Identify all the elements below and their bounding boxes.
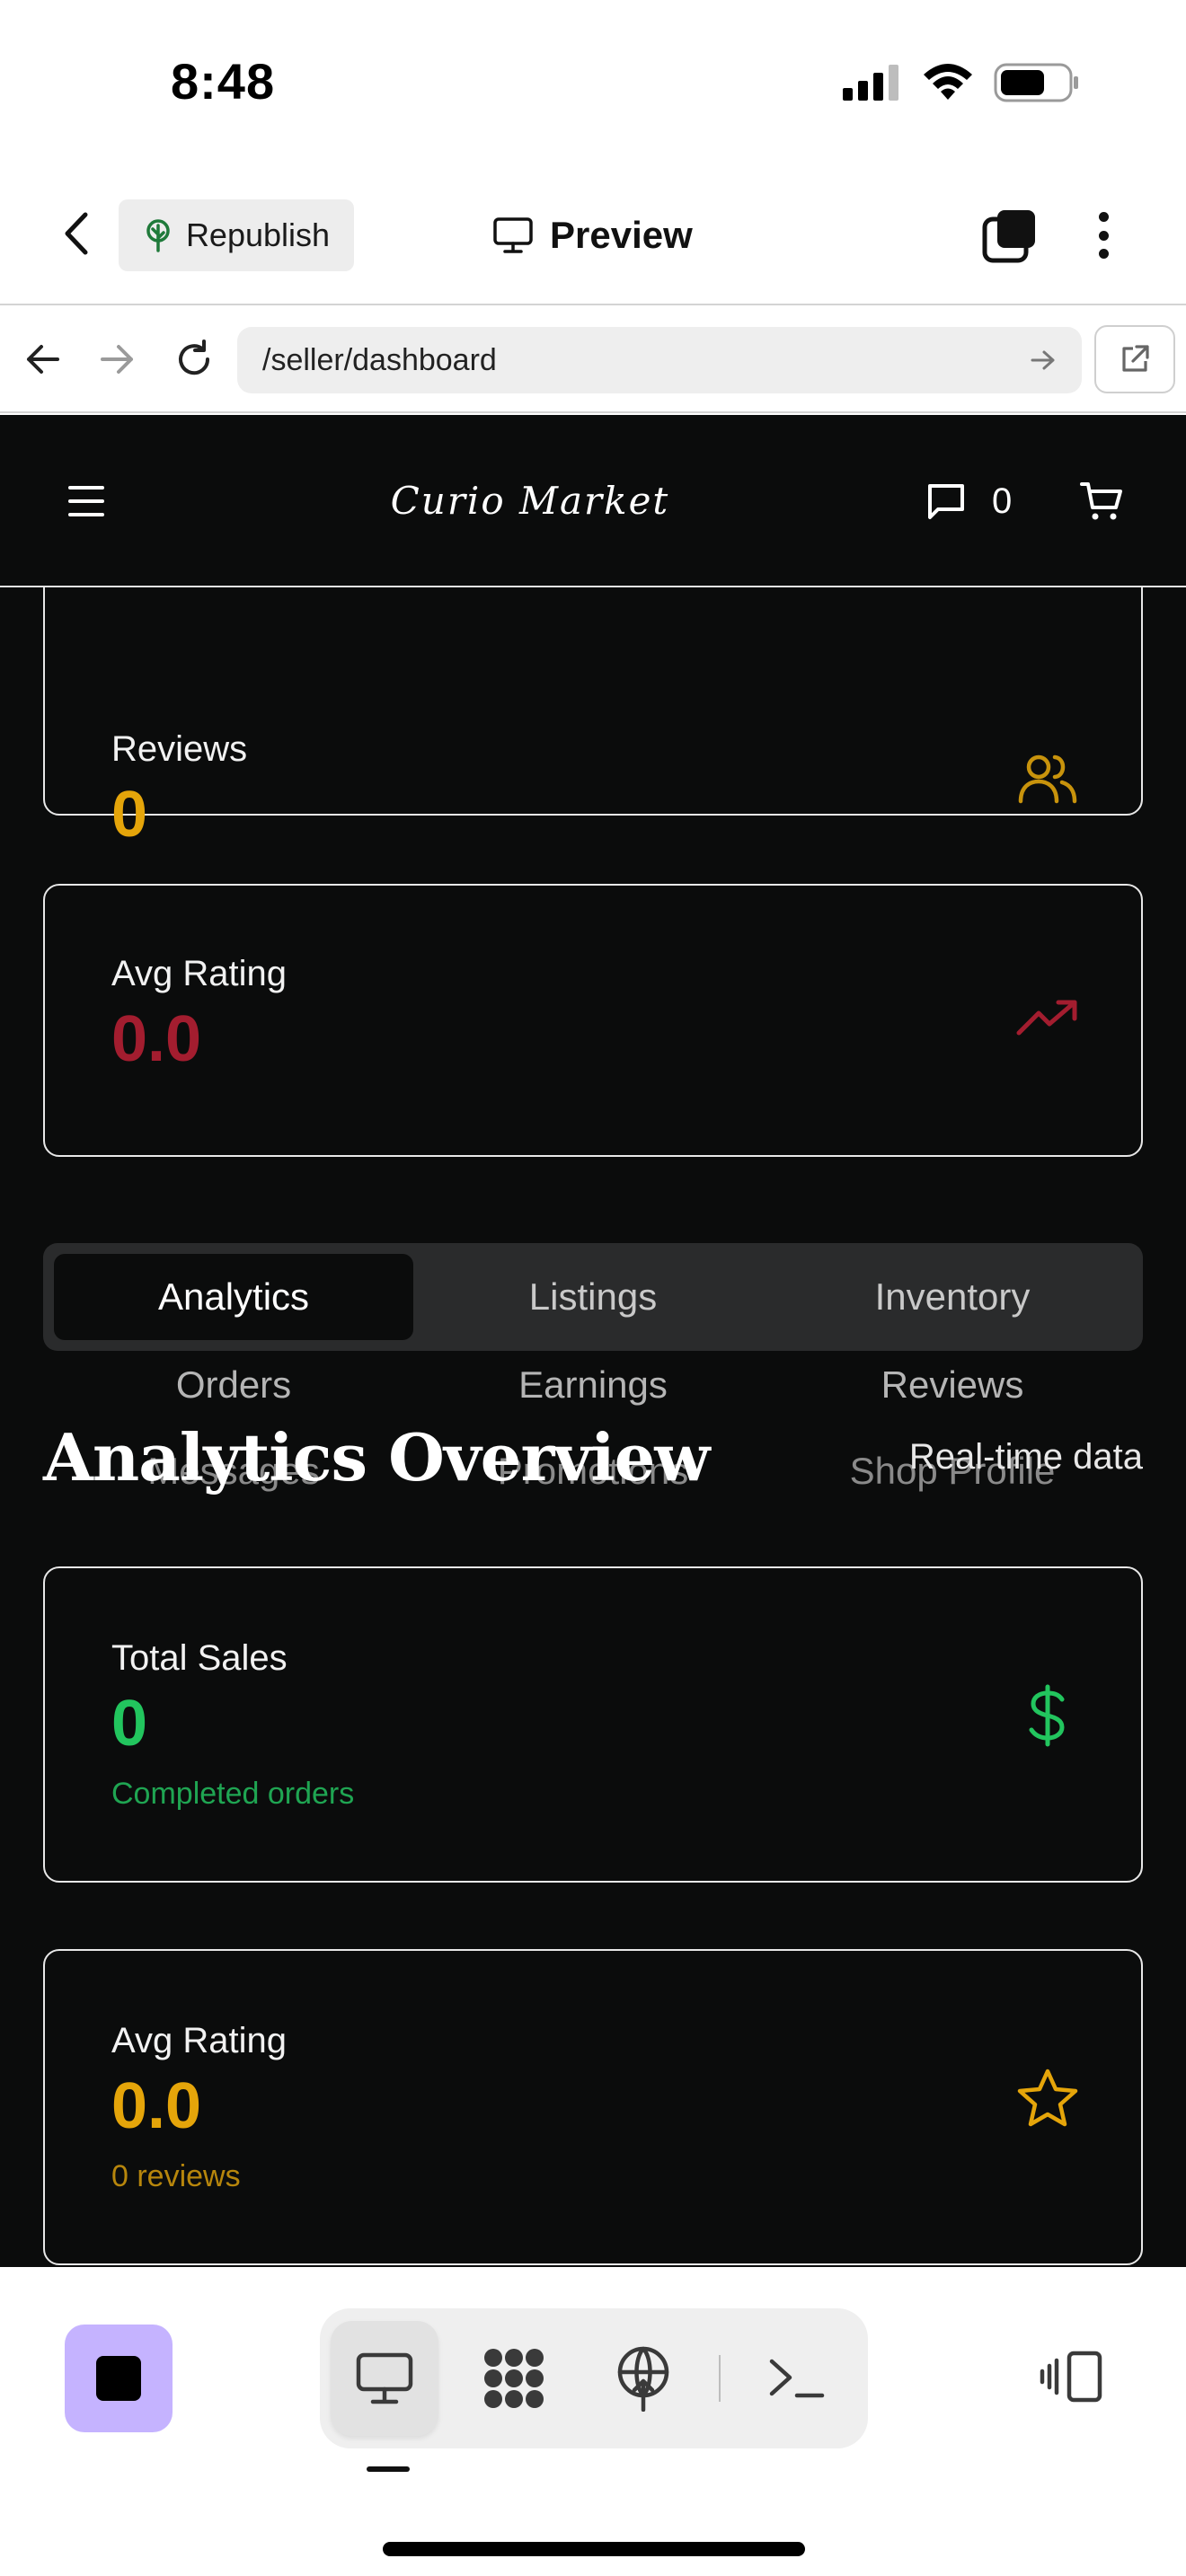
brand-logo[interactable]: Curio Market: [377, 460, 683, 541]
deploy-icon: [617, 2346, 669, 2412]
reload-icon: [179, 340, 210, 375]
stat-subtext: 0 reviews: [111, 2159, 241, 2193]
desktop-preview-button[interactable]: [331, 2321, 438, 2436]
stat-label: Reviews: [111, 729, 248, 769]
shopping-cart-icon: [1080, 482, 1122, 520]
stat-subtext: Completed orders: [111, 1777, 355, 1811]
message-count: 0: [992, 481, 1013, 521]
device-toggle-button[interactable]: [1031, 2339, 1107, 2414]
stat-card-total-sales: Total Sales 0 Completed orders: [43, 1566, 1143, 1883]
tab-listings[interactable]: Listings: [413, 1254, 773, 1340]
stop-button[interactable]: [65, 2325, 173, 2432]
menu-line: [68, 513, 104, 516]
cellular-signal-icon: [843, 65, 898, 101]
external-link-icon: [1122, 345, 1149, 372]
stat-label: Total Sales: [111, 1638, 288, 1678]
tab-reviews[interactable]: Reviews: [773, 1342, 1132, 1428]
dot: [1098, 249, 1109, 259]
stat-label: Avg Rating: [111, 954, 287, 993]
deploy-button[interactable]: [589, 2321, 697, 2436]
mode-switcher: [320, 2308, 868, 2448]
more-options-button[interactable]: [1085, 207, 1121, 264]
tab-earnings[interactable]: Earnings: [413, 1342, 773, 1428]
components-button[interactable]: [460, 2321, 568, 2436]
status-bar: 8:48: [0, 0, 1186, 171]
message-square-icon: [928, 484, 964, 519]
preview-viewport: Curio Market 0 Reviews 0 Avg Rating 0.0 …: [0, 415, 1186, 2267]
chevron-left-icon: [65, 212, 88, 255]
hamburger-menu-button[interactable]: [63, 478, 110, 525]
stat-label: Avg Rating: [111, 2021, 287, 2060]
url-input[interactable]: /seller/dashboard: [237, 327, 1082, 393]
terminal-button[interactable]: [742, 2321, 850, 2436]
dashboard-tabs: Analytics Listings Inventory: [43, 1243, 1143, 1351]
messages-button[interactable]: 0: [925, 474, 1012, 528]
tab-analytics[interactable]: Analytics: [54, 1254, 413, 1340]
tab-inventory[interactable]: Inventory: [773, 1254, 1132, 1340]
home-indicator: [383, 2542, 805, 2556]
status-time: 8:48: [171, 53, 276, 110]
wifi-icon: [924, 64, 972, 100]
dot: [1098, 212, 1109, 222]
battery-icon: [994, 63, 1078, 102]
stat-value: 0.0: [111, 2070, 202, 2142]
bottom-toolbar: [0, 2267, 1186, 2576]
deploy-tree-icon: [146, 219, 170, 252]
menu-line: [68, 499, 104, 503]
dollar-icon: [1015, 1683, 1080, 1748]
stacked-squares-icon: [982, 210, 1035, 263]
browser-back-button[interactable]: [18, 334, 68, 384]
monitor-icon: [493, 217, 533, 253]
republish-button[interactable]: Republish: [119, 199, 354, 271]
monitor-icon: [356, 2352, 413, 2404]
back-button[interactable]: [52, 208, 102, 259]
stat-value: 0: [111, 779, 148, 851]
toolbar-divider: [719, 2355, 721, 2402]
trending-up-icon: [1015, 986, 1080, 1051]
stop-icon: [96, 2356, 141, 2401]
stat-value: 0.0: [111, 1003, 202, 1075]
republish-label: Republish: [185, 216, 331, 253]
stat-card-avg-rating: Avg Rating 0.0: [43, 884, 1143, 1157]
status-icons: [843, 63, 1080, 102]
active-mode-indicator: [367, 2466, 410, 2472]
preview-mode-label[interactable]: Preview: [492, 207, 693, 264]
arrow-right-icon: [101, 345, 133, 374]
arrow-left-icon: [27, 345, 59, 374]
cart-button[interactable]: [1075, 474, 1128, 528]
brand-name: Curio Market: [390, 478, 670, 523]
editor-toolbar: Republish Preview: [0, 171, 1186, 305]
star-icon: [1015, 2066, 1080, 2130]
layers-button[interactable]: [981, 207, 1039, 264]
url-text: /seller/dashboard: [262, 342, 497, 377]
users-icon: [1015, 745, 1080, 810]
section-title: Analytics Overview: [43, 1419, 710, 1495]
tab-orders[interactable]: Orders: [54, 1342, 413, 1428]
components-grid-icon: [484, 2349, 544, 2408]
menu-line: [68, 486, 104, 490]
terminal-icon: [769, 2359, 825, 2398]
dot: [1098, 230, 1109, 241]
preview-label: Preview: [550, 214, 693, 256]
device-frame-icon: [1040, 2351, 1102, 2403]
browser-forward-button[interactable]: [92, 334, 142, 384]
stat-value: 0: [111, 1688, 148, 1760]
open-external-button[interactable]: [1094, 325, 1175, 393]
go-arrow-icon[interactable]: [1030, 348, 1057, 372]
reload-button[interactable]: [169, 334, 219, 384]
site-header: Curio Market 0: [0, 415, 1186, 587]
realtime-badge: Real-time data: [908, 1437, 1143, 1477]
stat-card-avg-rating-overview: Avg Rating 0.0 0 reviews: [43, 1949, 1143, 2265]
browser-url-bar: /seller/dashboard: [0, 307, 1186, 413]
